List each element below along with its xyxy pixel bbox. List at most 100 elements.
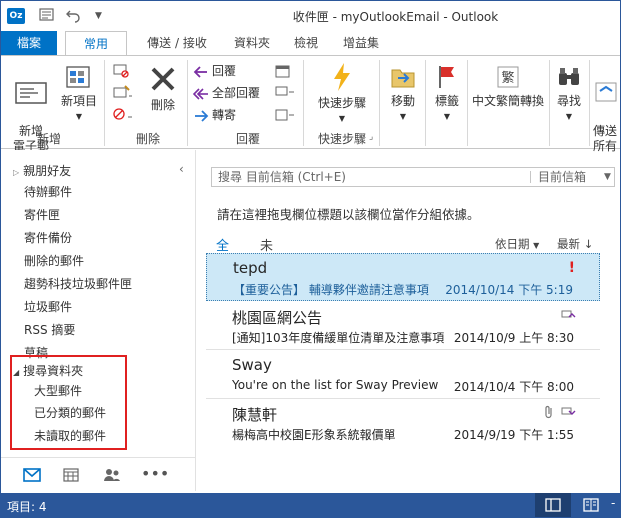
tags-dropdown-icon: ▼ (443, 112, 451, 121)
move-button[interactable]: 移動 ▼ (385, 64, 421, 124)
group-delete-label: 刪除 (135, 132, 160, 146)
lightning-icon (334, 63, 350, 91)
collapse-pane-icon[interactable]: ‹ (179, 162, 184, 176)
high-importance-icon: ! (568, 260, 575, 276)
message-date: 2014/10/14 下午 5:19 (445, 283, 573, 297)
sort-by-dropdown[interactable]: 依日期 ▼ (495, 236, 539, 252)
calendar-icon[interactable] (63, 468, 83, 484)
chinese-convert-icon: 繁 (497, 66, 519, 88)
delete-x-icon (151, 67, 175, 91)
group-new-label: 新增 (36, 132, 61, 146)
quick-steps-button[interactable]: 快速步驟 ▼ (311, 62, 373, 126)
tab-home[interactable]: 常用 (65, 31, 127, 56)
im-icon[interactable] (275, 86, 295, 103)
message-subject: 【重要公告】 輔導夥伴邀請注意事項 (233, 283, 429, 297)
more-respond-icon[interactable] (275, 108, 295, 125)
new-email-icon (15, 82, 47, 104)
tab-view[interactable]: 檢視 (281, 31, 331, 55)
group-separator (104, 60, 105, 146)
delete-label: 刪除 (150, 98, 175, 112)
message-sender: Sway (232, 356, 272, 374)
folder-item[interactable]: 寄件匣 (24, 205, 60, 225)
group-separator (379, 60, 380, 146)
highlight-box (10, 355, 127, 450)
message-subject: You're on the list for Sway Preview (232, 378, 439, 392)
ignore-icon[interactable] (113, 62, 129, 81)
tab-folder[interactable]: 資料夾 (223, 31, 281, 55)
meeting-icon[interactable] (275, 64, 291, 81)
forward-label: 轉寄 (212, 108, 237, 122)
window-title: 收件匣 - myOutlookEmail - Outlook (292, 10, 499, 24)
sort-order-label: 最新 (557, 237, 580, 251)
attachment-icon (544, 405, 554, 422)
ribbon: 新增 電子郵件 新項目 ▼ 新增 刪除 刪除 回覆 全部回覆 (1, 55, 620, 168)
junk-icon[interactable] (113, 106, 133, 125)
favorites-header[interactable]: ▷ 親朋好友 (13, 161, 71, 181)
send-receive-all-button[interactable]: 傳送 所有 (593, 64, 620, 154)
reply-button[interactable]: 回覆 (193, 62, 236, 80)
tab-addins[interactable]: 增益集 (331, 31, 391, 55)
outlook-window: Oz ▼ 收件匣 - myOutlookEmail - Outlook 檔案 常… (0, 0, 621, 518)
reading-view-button[interactable] (573, 493, 609, 517)
folder-item[interactable]: 刪除的郵件 (24, 251, 84, 271)
folder-item[interactable]: RSS 摘要 (24, 320, 75, 340)
find-button[interactable]: 尋找 ▼ (551, 64, 587, 124)
tab-file[interactable]: 檔案 (1, 31, 57, 55)
chinese-convert-button[interactable]: 繁 中文繁簡轉換 (469, 64, 547, 109)
reading-view-icon (583, 498, 599, 512)
new-items-button[interactable]: 新項目 ▼ (57, 66, 101, 124)
find-label: 尋找 (556, 94, 581, 108)
group-separator (187, 60, 188, 146)
group-separator (425, 60, 426, 146)
more-nav-icon[interactable]: ••• (141, 466, 169, 484)
reply-icon (193, 65, 207, 78)
message-item[interactable]: tepd ! 【重要公告】 輔導夥伴邀請注意事項 2014/10/14 下午 5… (206, 253, 600, 301)
group-separator (467, 60, 468, 146)
reply-all-label: 全部回覆 (212, 86, 261, 100)
folder-pane: ▷ 親朋好友 ‹ 待辦郵件 寄件匣 寄件備份 刪除的郵件 趨勢科技垃圾郵件匣 垃圾… (1, 150, 195, 457)
message-date: 2014/9/19 下午 1:55 (453, 428, 574, 442)
message-item[interactable]: Sway You're on the list for Sway Preview… (206, 351, 600, 399)
reply-all-icon (193, 87, 208, 100)
arrow-down-icon: ↓ (583, 237, 594, 251)
zoom-slider-edge[interactable]: - (611, 496, 615, 510)
forwarded-icon (560, 405, 576, 422)
tab-send-receive[interactable]: 傳送 / 接收 (131, 31, 223, 55)
sort-order-button[interactable]: 最新 ↓ (557, 236, 593, 252)
new-items-icon (66, 66, 90, 88)
folder-item[interactable]: 趨勢科技垃圾郵件匣 (24, 274, 132, 294)
group-separator (549, 60, 550, 146)
chevron-down-icon[interactable]: ▼ (604, 168, 611, 186)
chinese-convert-label: 中文繁簡轉換 (471, 94, 544, 108)
delete-button[interactable]: 刪除 (143, 64, 183, 113)
cleanup-icon[interactable] (113, 84, 133, 103)
people-icon[interactable] (103, 468, 123, 484)
quick-steps-dropdown-icon: ▼ (338, 114, 346, 123)
replied-icon (560, 308, 576, 325)
mail-icon[interactable] (23, 468, 43, 484)
navigation-bar: ••• (1, 457, 195, 493)
folder-item[interactable]: 垃圾郵件 (24, 297, 72, 317)
search-input[interactable]: 搜尋 目前信箱 (Ctrl+E) (218, 168, 346, 186)
quick-steps-launcher-icon[interactable]: ⌟ (369, 132, 373, 142)
new-items-label: 新項目 (60, 94, 97, 108)
message-subject: [通知]103年度備緩單位清單及注意事項 (232, 331, 445, 345)
search-box[interactable]: 搜尋 目前信箱 (Ctrl+E) 目前信箱 ▼ (211, 167, 615, 187)
svg-text:繁: 繁 (501, 70, 514, 86)
title-bar: Oz ▼ 收件匣 - myOutlookEmail - Outlook (1, 1, 620, 31)
tags-button[interactable]: 標籤 ▼ (429, 64, 465, 124)
message-date: 2014/10/4 下午 8:00 (453, 380, 574, 394)
group-reply-label: 回覆 (235, 132, 260, 146)
reply-all-button[interactable]: 全部回覆 (193, 84, 260, 102)
item-count: 項目: 4 (7, 500, 47, 514)
send-receive-all-label: 傳送 所有 (593, 124, 618, 153)
forward-button[interactable]: 轉寄 (193, 106, 236, 124)
folder-item[interactable]: 寄件備份 (24, 228, 72, 248)
expand-icon: ▷ (13, 168, 20, 177)
normal-view-button[interactable] (535, 493, 571, 517)
move-label: 移動 (390, 94, 415, 108)
search-scope-dropdown[interactable]: 目前信箱 (538, 168, 586, 186)
folder-item[interactable]: 待辦郵件 (24, 182, 72, 202)
message-item[interactable]: 桃園區網公告 [通知]103年度備緩單位清單及注意事項 2014/10/9 上午… (206, 302, 600, 350)
message-item[interactable]: 陳慧軒 楊梅高中校園E形象系統報價單 2014/9/19 下午 1:55 (206, 399, 600, 447)
